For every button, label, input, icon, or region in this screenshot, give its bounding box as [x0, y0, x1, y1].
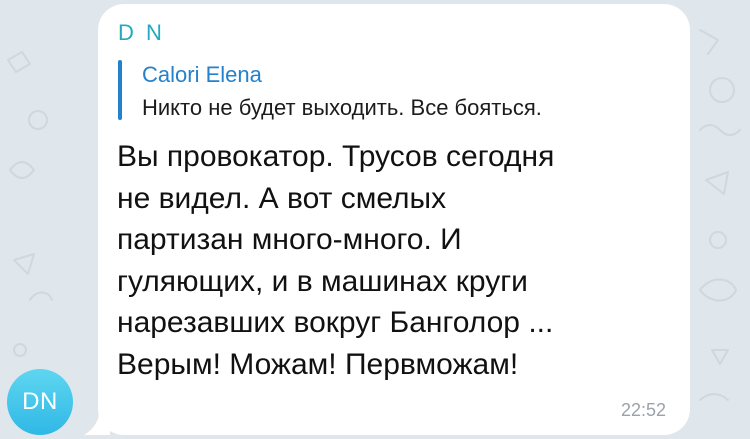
sender-avatar[interactable]: DN: [7, 369, 73, 435]
message-text: Вы провокатор. Трусов сегодня не видел. …: [117, 140, 555, 381]
reply-text: Никто не будет выходить. Все бояться.: [142, 95, 542, 120]
sender-name[interactable]: D N: [118, 20, 165, 46]
reply-preview[interactable]: Calori Elena Никто не будет выходить. Вс…: [118, 58, 678, 122]
message-time: 22:52: [620, 400, 666, 420]
message-bubble[interactable]: D N Calori Elena Никто не будет выходить…: [98, 4, 690, 435]
reply-accent-bar: [118, 60, 122, 120]
avatar-initials: DN: [22, 388, 58, 415]
reply-author: Calori Elena: [142, 62, 262, 87]
